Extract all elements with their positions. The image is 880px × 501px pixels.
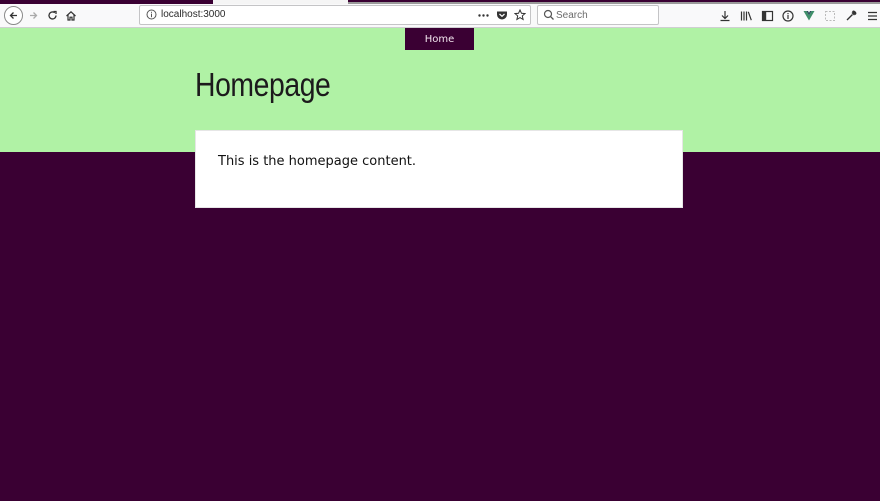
back-button[interactable] xyxy=(4,6,23,25)
url-text[interactable]: localhost:3000 xyxy=(161,9,226,20)
info-circle-icon[interactable] xyxy=(781,9,795,23)
url-actions xyxy=(477,8,526,22)
search-bar[interactable] xyxy=(537,5,659,25)
reload-button[interactable] xyxy=(45,6,59,25)
url-bar[interactable]: localhost:3000 xyxy=(139,5,531,25)
search-input[interactable] xyxy=(556,8,654,22)
library-icon[interactable] xyxy=(739,9,753,23)
info-circle-icon[interactable] xyxy=(146,9,157,20)
screenshot-icon[interactable] xyxy=(823,9,837,23)
search-icon xyxy=(543,9,554,20)
vue-logo-icon[interactable] xyxy=(802,9,816,23)
content-card: This is the homepage content. xyxy=(195,130,683,208)
nav-item-home[interactable]: Home xyxy=(425,34,455,45)
pocket-icon[interactable] xyxy=(495,9,508,22)
eyedropper-icon[interactable] xyxy=(844,9,858,23)
hamburger-menu-icon[interactable] xyxy=(865,9,879,23)
browser-toolbar: localhost:3000 xyxy=(0,4,880,28)
forward-arrow-icon xyxy=(29,12,37,19)
page-title: Homepage xyxy=(195,66,331,103)
download-icon[interactable] xyxy=(718,9,732,23)
more-horizontal-icon[interactable] xyxy=(477,9,490,22)
star-icon[interactable] xyxy=(513,9,526,22)
back-arrow-icon xyxy=(9,12,17,19)
forward-button[interactable] xyxy=(26,6,40,25)
toolbar-tools xyxy=(718,6,880,25)
page-content: This is the homepage content. xyxy=(218,154,417,169)
sidebar-icon[interactable] xyxy=(760,9,774,23)
main-nav: Home xyxy=(405,28,474,50)
home-button[interactable] xyxy=(64,6,78,25)
home-icon xyxy=(66,10,76,21)
reload-icon xyxy=(47,10,57,20)
